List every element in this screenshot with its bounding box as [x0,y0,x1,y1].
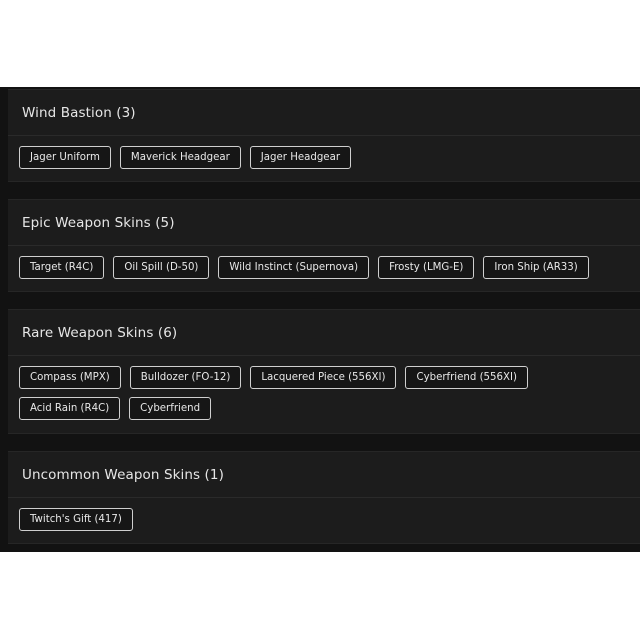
tag-list: Compass (MPX) Bulldozer (FO-12) Lacquere… [8,356,640,430]
item-list-panel: Wind Bastion (3) Jager Uniform Maverick … [0,87,640,552]
item-tag[interactable]: Frosty (LMG-E) [378,256,475,279]
item-tag[interactable]: Twitch's Gift (417) [19,508,133,531]
section-title: Uncommon Weapon Skins (1) [22,466,224,483]
item-tag[interactable]: Lacquered Piece (556XI) [250,366,397,389]
item-tag[interactable]: Jager Headgear [249,146,352,169]
item-tag[interactable]: Wild Instinct (Supernova) [218,256,370,279]
section-wind-bastion: Wind Bastion (3) Jager Uniform Maverick … [8,89,640,182]
item-tag[interactable]: Iron Ship (AR33) [483,256,589,279]
section-title: Epic Weapon Skins (5) [22,214,175,231]
item-tag[interactable]: Acid Rain (R4C) [19,397,121,420]
item-tag[interactable]: Maverick Headgear [119,146,241,169]
item-tag[interactable]: Cyberfriend [129,397,212,420]
item-tag[interactable]: Compass (MPX) [19,366,121,389]
tag-list: Target (R4C) Oil Spill (D-50) Wild Insti… [8,246,640,289]
section-header: Rare Weapon Skins (6) [8,310,640,356]
section-header: Epic Weapon Skins (5) [8,200,640,246]
section-title: Rare Weapon Skins (6) [22,324,178,341]
section-header: Uncommon Weapon Skins (1) [8,452,640,498]
section-title: Wind Bastion (3) [22,104,136,121]
item-tag[interactable]: Jager Uniform [19,146,111,169]
item-tag[interactable]: Bulldozer (FO-12) [129,366,242,389]
item-tag[interactable]: Cyberfriend (556XI) [405,366,528,389]
section-rare-weapon-skins: Rare Weapon Skins (6) Compass (MPX) Bull… [8,309,640,434]
tag-list: Twitch's Gift (417) [8,498,640,541]
item-tag[interactable]: Target (R4C) [19,256,105,279]
section-epic-weapon-skins: Epic Weapon Skins (5) Target (R4C) Oil S… [8,199,640,292]
item-tag[interactable]: Oil Spill (D-50) [113,256,210,279]
tag-list: Jager Uniform Maverick Headgear Jager He… [8,136,640,179]
section-header: Wind Bastion (3) [8,90,640,136]
section-uncommon-weapon-skins: Uncommon Weapon Skins (1) Twitch's Gift … [8,451,640,544]
